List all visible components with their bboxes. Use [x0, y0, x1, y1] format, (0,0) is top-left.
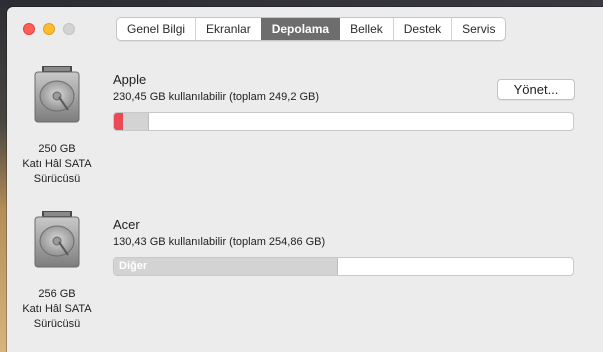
disk-size-label: 250 GB	[38, 143, 76, 155]
desktop-background	[0, 0, 7, 352]
close-button[interactable]	[23, 23, 35, 35]
disk-type-label: Katı Hâl SATA	[22, 303, 92, 315]
storage-segment-used	[114, 113, 124, 130]
hard-drive-icon	[34, 66, 80, 123]
about-this-mac-window: Genel Bilgi Ekranlar Depolama Bellek Des…	[7, 7, 603, 352]
disk-available-text: 130,43 GB kullanılabilir (toplam 254,86 …	[113, 236, 326, 248]
disk-kind-label: Sürücüsü	[33, 318, 81, 330]
disk-type-label: Katı Hâl SATA	[22, 158, 92, 170]
disk-size-label: 256 GB	[38, 288, 76, 300]
minimize-button[interactable]	[43, 23, 55, 35]
segment-label-other: Diğer	[119, 260, 148, 272]
hard-drive-icon	[34, 211, 80, 268]
disk-name: Apple	[113, 72, 147, 87]
tab-bar: Genel Bilgi Ekranlar Depolama Bellek Des…	[116, 17, 507, 41]
disk-caption: 256 GB Katı Hâl SATA Sürücüsü	[7, 287, 107, 332]
storage-segment-other: Diğer	[114, 258, 338, 275]
disk-available-text: 230,45 GB kullanılabilir (toplam 249,2 G…	[113, 91, 320, 103]
tab-servis[interactable]: Servis	[451, 18, 505, 40]
tab-bellek[interactable]: Bellek	[339, 18, 393, 40]
tab-ekranlar[interactable]: Ekranlar	[195, 18, 261, 40]
disk-acer: 256 GB Katı Hâl SATA Sürücüsü Acer 130,4…	[7, 207, 603, 347]
zoom-button[interactable]	[63, 23, 75, 35]
storage-usage-bar: Diğer	[113, 257, 574, 276]
disk-kind-label: Sürücüsü	[33, 173, 81, 185]
manage-button[interactable]: Yönet...	[497, 79, 575, 100]
disk-apple: 250 GB Katı Hâl SATA Sürücüsü Apple 230,…	[7, 62, 603, 202]
disk-name: Acer	[113, 217, 140, 232]
tab-genel-bilgi[interactable]: Genel Bilgi	[117, 18, 195, 40]
title-bar: Genel Bilgi Ekranlar Depolama Bellek Des…	[7, 7, 603, 49]
tab-destek[interactable]: Destek	[392, 18, 451, 40]
tab-depolama[interactable]: Depolama	[260, 18, 340, 40]
storage-usage-bar	[113, 112, 574, 131]
disk-caption: 250 GB Katı Hâl SATA Sürücüsü	[7, 142, 107, 187]
